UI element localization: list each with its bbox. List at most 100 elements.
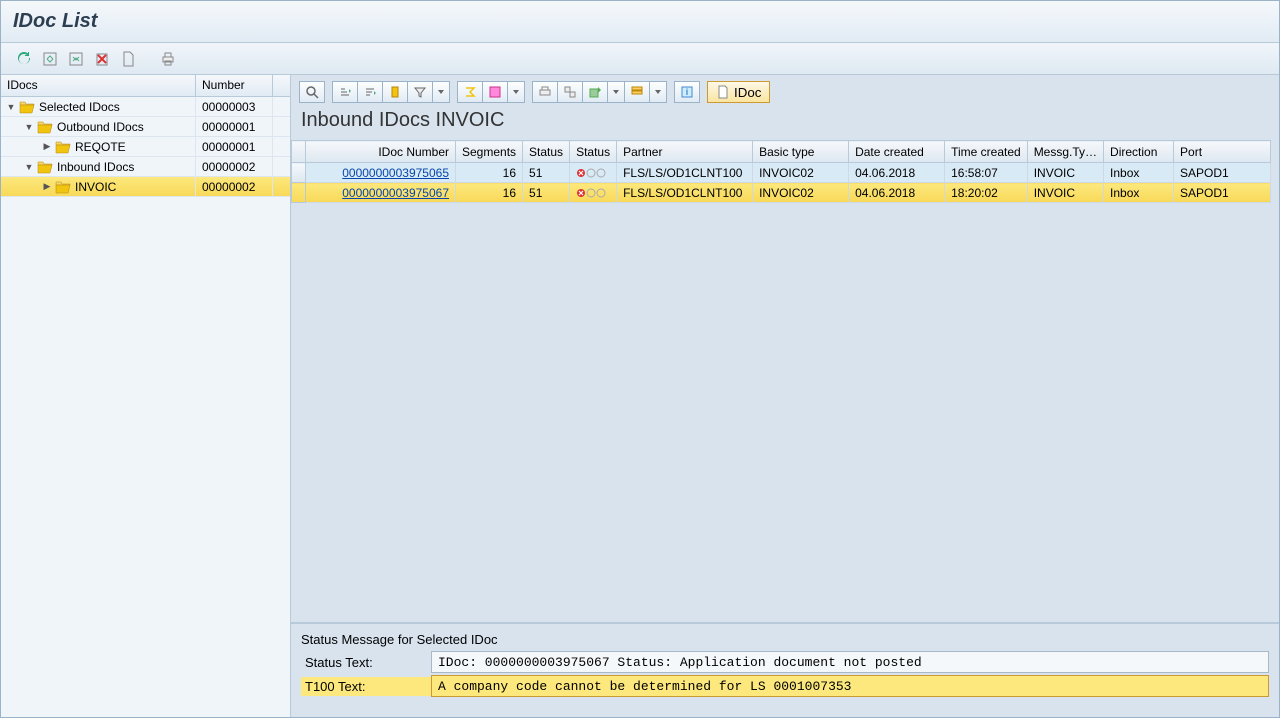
cell-date-created: 04.06.2018 xyxy=(849,163,945,183)
page-title: IDoc List xyxy=(13,10,97,33)
cell-status-icon xyxy=(570,163,617,183)
collapse-button[interactable] xyxy=(65,48,87,70)
tree-header-number[interactable]: Number xyxy=(196,75,273,96)
sort-asc-button[interactable] xyxy=(332,81,358,103)
col-port[interactable]: Port xyxy=(1174,141,1271,163)
cell-basic-type: INVOIC02 xyxy=(753,183,849,203)
tree-node[interactable]: Inbound IDocs 00000002 xyxy=(1,157,290,177)
folder-icon xyxy=(37,120,53,134)
cell-date-created: 04.06.2018 xyxy=(849,183,945,203)
tree-node-label: Outbound IDocs xyxy=(57,120,144,134)
col-direction[interactable]: Direction xyxy=(1104,141,1174,163)
cell-idoc-number[interactable]: 0000000003975065 xyxy=(306,163,456,183)
tree-node-label: REQOTE xyxy=(75,140,126,154)
subtotal-button[interactable] xyxy=(482,81,508,103)
tree-body: Selected IDocs 00000003 Outbound IDocs 0000… xyxy=(1,97,290,717)
row-selector[interactable] xyxy=(292,163,306,183)
col-time-created[interactable]: Time created xyxy=(945,141,1028,163)
cell-msg-type: INVOIC xyxy=(1027,183,1103,203)
tree-expander-icon[interactable] xyxy=(23,121,35,133)
tree-node[interactable]: REQOTE 00000001 xyxy=(1,137,290,157)
tree-node-label: Selected IDocs xyxy=(39,100,120,114)
print-grid-button[interactable] xyxy=(532,81,558,103)
content-panel: i IDoc Inbound IDocs INVOIC IDoc Number … xyxy=(291,75,1279,717)
cell-port: SAPOD1 xyxy=(1174,183,1271,203)
tree-header-idocs[interactable]: IDocs xyxy=(1,75,196,96)
cell-idoc-number[interactable]: 0000000003975067 xyxy=(306,183,456,203)
expand-button[interactable] xyxy=(39,48,61,70)
tree-node-number: 00000001 xyxy=(196,117,273,136)
document-icon xyxy=(716,85,730,99)
col-idoc-number[interactable]: IDoc Number xyxy=(306,141,456,163)
col-msg-type[interactable]: Messg.Ty… xyxy=(1027,141,1103,163)
row-selector[interactable] xyxy=(292,183,306,203)
tree-node[interactable]: INVOIC 00000002 xyxy=(1,177,290,197)
col-status-icon[interactable]: Status xyxy=(570,141,617,163)
filter-button[interactable] xyxy=(407,81,433,103)
print-button[interactable] xyxy=(157,48,179,70)
cell-time-created: 18:20:02 xyxy=(945,183,1028,203)
delete-button[interactable] xyxy=(91,48,113,70)
app-toolbar xyxy=(1,43,1279,75)
export-dropdown[interactable] xyxy=(607,81,625,103)
cell-msg-type: INVOIC xyxy=(1027,163,1103,183)
tree-panel: IDocs Number Selected IDocs00000003Outbo… xyxy=(1,75,291,717)
cell-direction: Inbox xyxy=(1104,183,1174,203)
t100-text-label: T100 Text: xyxy=(301,677,431,696)
tree-node-number: 00000001 xyxy=(196,137,273,156)
subtotal-dropdown[interactable] xyxy=(507,81,525,103)
tree-header: IDocs Number xyxy=(1,75,290,97)
tree-node-label: INVOIC xyxy=(75,180,116,194)
cell-partner: FLS/LS/OD1CLNT100 xyxy=(617,163,753,183)
col-basic-type[interactable]: Basic type xyxy=(753,141,849,163)
tree-expander-icon[interactable] xyxy=(23,161,35,173)
cell-status: 51 xyxy=(523,183,570,203)
content-heading: Inbound IDocs INVOIC xyxy=(291,105,1279,140)
cell-status: 51 xyxy=(523,163,570,183)
status-panel-title: Status Message for Selected IDoc xyxy=(301,632,1269,647)
col-date-created[interactable]: Date created xyxy=(849,141,945,163)
cell-port: SAPOD1 xyxy=(1174,163,1271,183)
find-button[interactable] xyxy=(382,81,408,103)
cell-direction: Inbox xyxy=(1104,163,1174,183)
row-selector-header[interactable] xyxy=(292,141,306,163)
idoc-grid[interactable]: IDoc Number Segments Status Status Partn… xyxy=(291,140,1271,622)
refresh-button[interactable] xyxy=(13,48,35,70)
views-button[interactable] xyxy=(557,81,583,103)
tree-node[interactable]: Outbound IDocs 00000001 xyxy=(1,117,290,137)
tree-node-label: Inbound IDocs xyxy=(57,160,134,174)
cell-status-icon xyxy=(570,183,617,203)
tree-expander-icon[interactable] xyxy=(41,181,53,193)
idoc-display-button[interactable]: IDoc xyxy=(707,81,770,103)
tree-node[interactable]: Selected IDocs 00000003 xyxy=(1,97,290,117)
tree-expander-icon[interactable] xyxy=(5,101,17,113)
tree-node-number: 00000002 xyxy=(196,157,273,176)
idoc-button-label: IDoc xyxy=(734,85,761,100)
details-button[interactable] xyxy=(299,81,325,103)
sort-desc-button[interactable] xyxy=(357,81,383,103)
tree-expander-icon[interactable] xyxy=(41,141,53,153)
cell-time-created: 16:58:07 xyxy=(945,163,1028,183)
folder-icon xyxy=(19,100,35,114)
status-message-panel: Status Message for Selected IDoc Status … xyxy=(291,622,1279,717)
filter-dropdown[interactable] xyxy=(432,81,450,103)
folder-icon xyxy=(55,180,71,194)
tree-node-number: 00000003 xyxy=(196,97,273,116)
layout-dropdown[interactable] xyxy=(649,81,667,103)
col-segments[interactable]: Segments xyxy=(456,141,523,163)
table-row[interactable]: 00000000039750651651FLS/LS/OD1CLNT100INV… xyxy=(292,163,1271,183)
svg-text:i: i xyxy=(686,87,689,97)
info-button[interactable]: i xyxy=(674,81,700,103)
table-row[interactable]: 00000000039750671651FLS/LS/OD1CLNT100INV… xyxy=(292,183,1271,203)
status-text-label: Status Text: xyxy=(301,653,431,672)
layout-button[interactable] xyxy=(624,81,650,103)
sum-button[interactable] xyxy=(457,81,483,103)
cell-segments: 16 xyxy=(456,163,523,183)
col-status[interactable]: Status xyxy=(523,141,570,163)
cell-basic-type: INVOIC02 xyxy=(753,163,849,183)
document-button[interactable] xyxy=(117,48,139,70)
tree-node-number: 00000002 xyxy=(196,177,273,196)
export-button[interactable] xyxy=(582,81,608,103)
col-partner[interactable]: Partner xyxy=(617,141,753,163)
t100-text-value: A company code cannot be determined for … xyxy=(431,675,1269,697)
